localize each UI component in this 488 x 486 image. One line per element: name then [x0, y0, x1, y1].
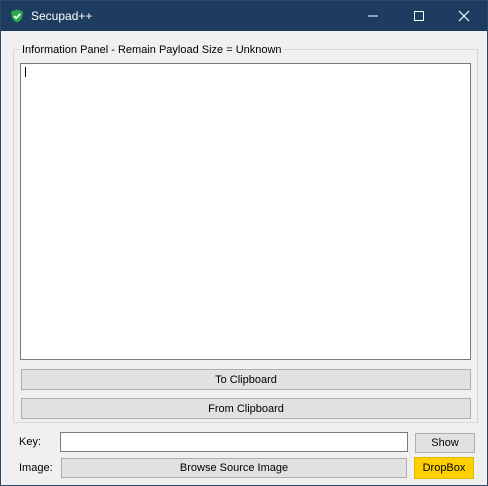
title-bar[interactable]: Secupad++ — [1, 1, 487, 31]
from-clipboard-button[interactable]: From Clipboard — [21, 398, 471, 419]
minimize-button[interactable] — [350, 1, 396, 31]
key-label: Key: — [19, 436, 42, 448]
show-button[interactable]: Show — [415, 433, 475, 453]
app-window: Secupad++ Information Panel - Remain Pay… — [0, 0, 488, 486]
key-input[interactable] — [60, 432, 408, 452]
close-icon — [458, 10, 470, 22]
check-shield-icon — [11, 9, 23, 23]
to-clipboard-button[interactable]: To Clipboard — [21, 369, 471, 390]
minimize-icon — [368, 15, 378, 17]
dropbox-button[interactable]: DropBox — [414, 457, 474, 479]
window-title: Secupad++ — [31, 9, 93, 23]
maximize-button[interactable] — [396, 1, 442, 31]
payload-textarea[interactable] — [20, 63, 471, 360]
text-caret — [25, 67, 26, 77]
image-label: Image: — [19, 462, 53, 474]
information-panel-label: Information Panel - Remain Payload Size … — [20, 44, 284, 56]
close-button[interactable] — [441, 1, 487, 31]
maximize-icon — [414, 11, 424, 21]
browse-source-image-button[interactable]: Browse Source Image — [61, 458, 407, 478]
